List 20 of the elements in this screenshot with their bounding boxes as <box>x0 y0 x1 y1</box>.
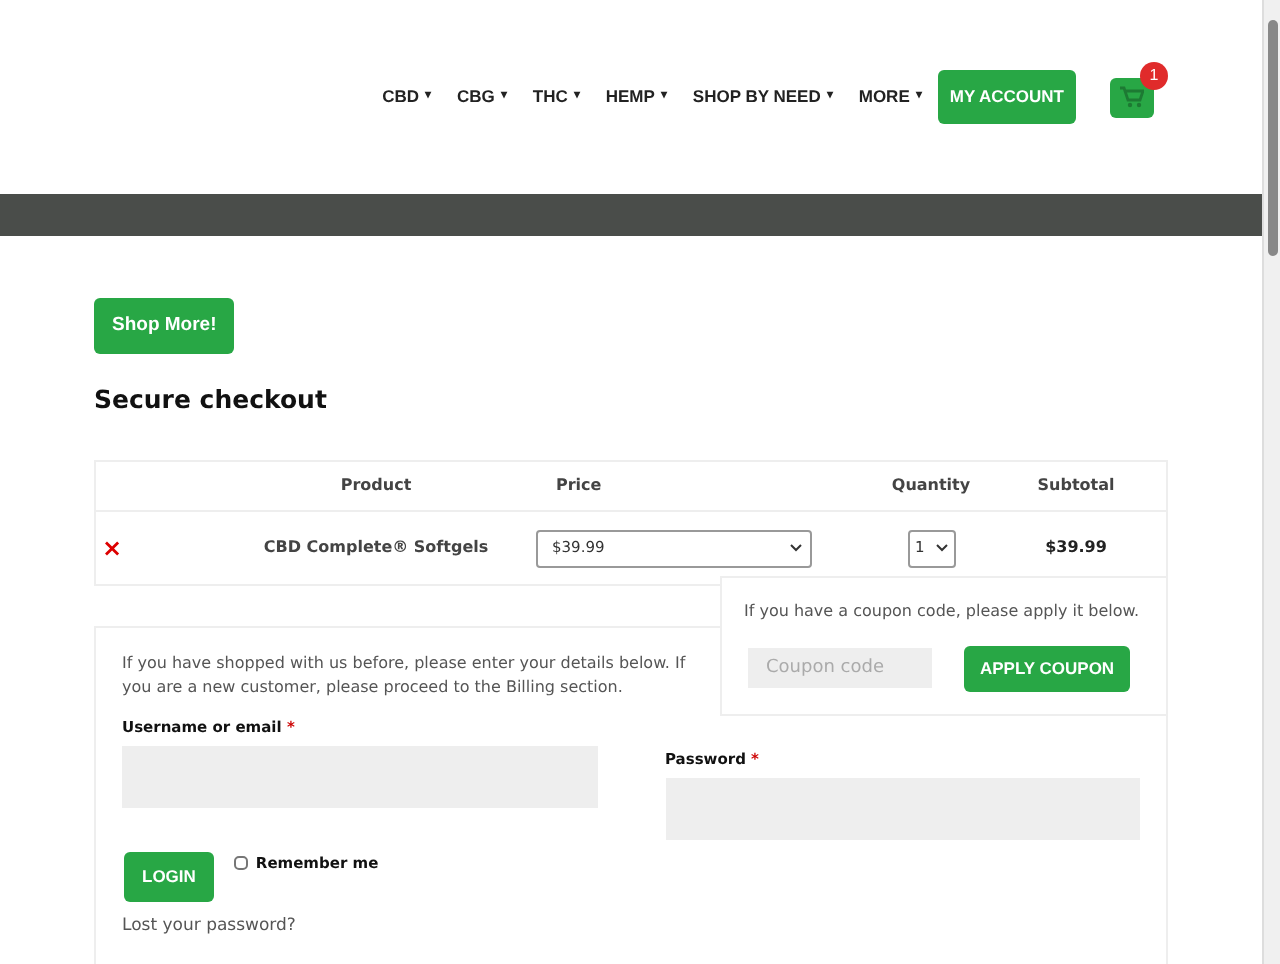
login-intro-text: If you have shopped with us before, please enter your details below. If you are a new customer, please proceed to the Billing section. <box>122 652 688 700</box>
coupon-code-field[interactable]: Coupon code <box>748 648 932 689</box>
cart-icon <box>1120 86 1144 108</box>
scrollbar[interactable] <box>1262 0 1280 964</box>
coupon-text: If you have a coupon code, please apply it below. <box>744 600 1142 624</box>
cart-count-badge: 1 <box>1140 61 1168 89</box>
chevron-icon <box>790 544 802 552</box>
lost-password-link[interactable]: Lost your password? <box>122 914 296 940</box>
column-header: Product <box>338 474 414 498</box>
column-header: Quantity <box>889 474 973 498</box>
column-header: Subtotal <box>1035 474 1117 498</box>
product-name: CBD Complete® Softgels <box>261 536 491 560</box>
subtotal-cell-text: $39.99 <box>1043 536 1109 560</box>
remember-me-checkbox[interactable] <box>233 856 248 871</box>
cart-button[interactable] <box>1110 77 1154 117</box>
column-header: Price <box>554 474 604 498</box>
remove-item-link[interactable]: × <box>102 534 123 562</box>
scrollbar-thumb[interactable] <box>1268 20 1278 256</box>
chevron-icon <box>935 544 947 552</box>
page-heading: Secure checkout <box>94 382 329 419</box>
